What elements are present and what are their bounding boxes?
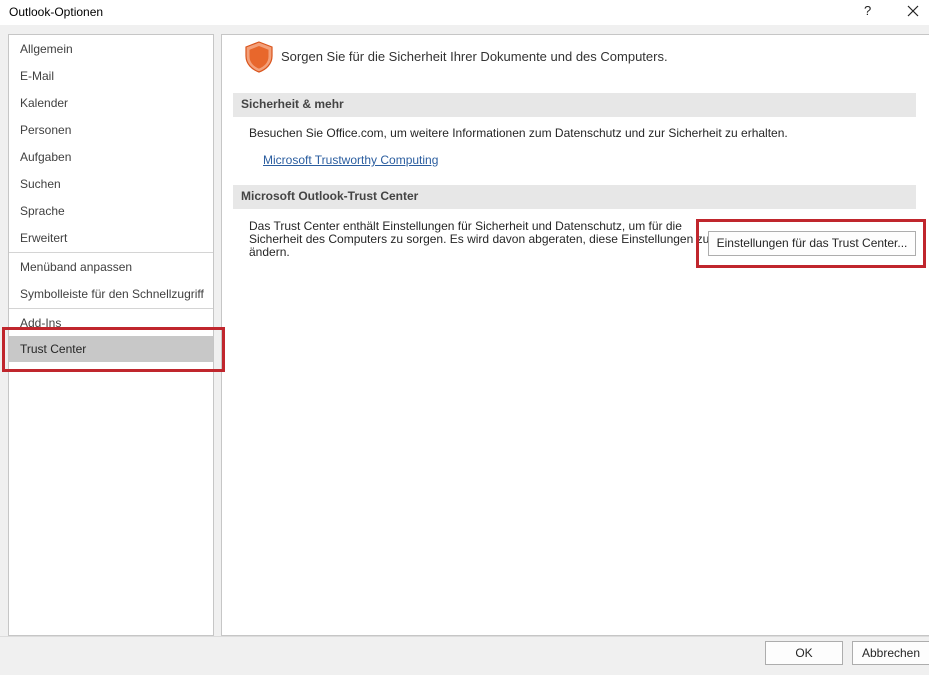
sidebar-divider [9,252,213,253]
trustworthy-computing-link[interactable]: Microsoft Trustworthy Computing [263,153,438,167]
sidebar-item-personen[interactable]: Personen [9,117,213,143]
sidebar-item-schnellzugriff[interactable]: Symbolleiste für den Schnellzugriff [9,281,213,307]
sidebar-item-trust-center[interactable]: Trust Center [9,336,213,362]
section-title: Sicherheit & mehr [241,97,344,111]
close-icon[interactable] [904,2,922,20]
help-button[interactable]: ? [864,3,871,18]
cancel-button[interactable]: Abbrechen [852,641,929,665]
sidebar-item-kalender[interactable]: Kalender [9,90,213,116]
section-description: Besuchen Sie Office.com, um weitere Info… [249,126,788,140]
section-header-trust-center: Microsoft Outlook-Trust Center [233,185,916,209]
sidebar-divider [9,308,213,309]
section-header-sicherheit: Sicherheit & mehr [233,93,916,117]
section-title: Microsoft Outlook-Trust Center [241,189,419,203]
page-headline: Sorgen Sie für die Sicherheit Ihrer Doku… [281,49,668,64]
trust-center-settings-button[interactable]: Einstellungen für das Trust Center... [708,231,916,256]
sidebar-item-menueband[interactable]: Menüband anpassen [9,254,213,280]
footer-divider [0,636,929,637]
sidebar-item-allgemein[interactable]: Allgemein [9,36,213,62]
window-title: Outlook-Optionen [9,5,104,19]
content-panel [221,34,929,636]
sidebar-item-addins[interactable]: Add-Ins [9,310,213,336]
sidebar-item-erweitert[interactable]: Erweitert [9,225,213,251]
shield-icon [245,41,273,73]
title-bar: Outlook-Optionen ? [0,0,929,25]
description-line: Sicherheit des Computers zu sorgen. Es w… [249,232,710,246]
trust-center-description: Das Trust Center enthält Einstellungen f… [249,220,709,259]
sidebar-item-suchen[interactable]: Suchen [9,171,213,197]
options-sidebar: Allgemein E-Mail Kalender Personen Aufga… [8,34,214,636]
ok-button[interactable]: OK [765,641,843,665]
sidebar-item-aufgaben[interactable]: Aufgaben [9,144,213,170]
sidebar-item-sprache[interactable]: Sprache [9,198,213,224]
sidebar-item-email[interactable]: E-Mail [9,63,213,89]
description-line: ändern. [249,245,290,259]
